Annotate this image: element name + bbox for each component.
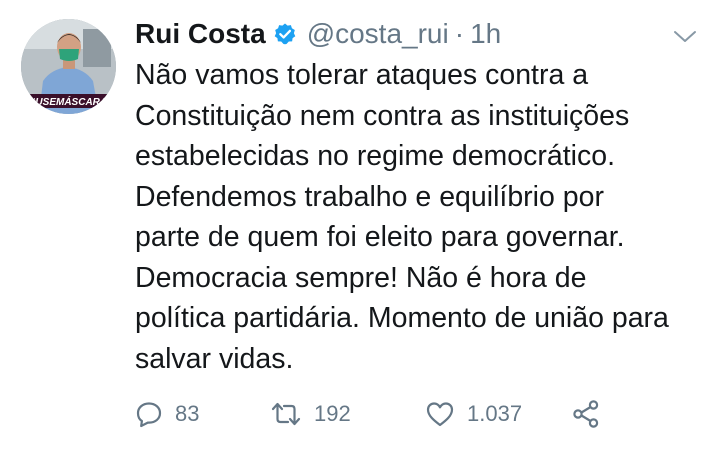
tweet-actions: 83 192 1.037 [135, 394, 615, 434]
retweet-icon [271, 402, 301, 426]
heart-icon [426, 402, 454, 427]
chevron-down-icon[interactable] [672, 28, 698, 46]
reply-button[interactable]: 83 [135, 394, 199, 434]
avatar[interactable]: #USEMÁSCARA [21, 19, 116, 114]
avatar-image: #USEMÁSCARA [21, 19, 116, 114]
tweet-header: Rui Costa @costa_rui · 1h [135, 14, 501, 54]
retweet-button[interactable]: 192 [270, 394, 351, 434]
verified-badge-icon [273, 22, 297, 46]
retweet-count: 192 [314, 401, 351, 426]
share-button[interactable] [570, 394, 602, 434]
reply-icon [136, 402, 162, 428]
reply-count: 83 [175, 401, 200, 426]
author-name[interactable]: Rui Costa [135, 18, 266, 50]
separator-dot: · [454, 18, 465, 49]
author-handle[interactable]: @costa_rui [307, 18, 449, 50]
tweet-text: Não vamos tolerar ataques contra a Const… [135, 59, 669, 375]
share-icon [573, 400, 599, 428]
like-button[interactable]: 1.037 [425, 394, 522, 434]
like-count: 1.037 [467, 401, 523, 426]
avatar-caption: #USEMÁSCARA [30, 95, 107, 108]
tweet-time[interactable]: 1h [470, 18, 501, 50]
